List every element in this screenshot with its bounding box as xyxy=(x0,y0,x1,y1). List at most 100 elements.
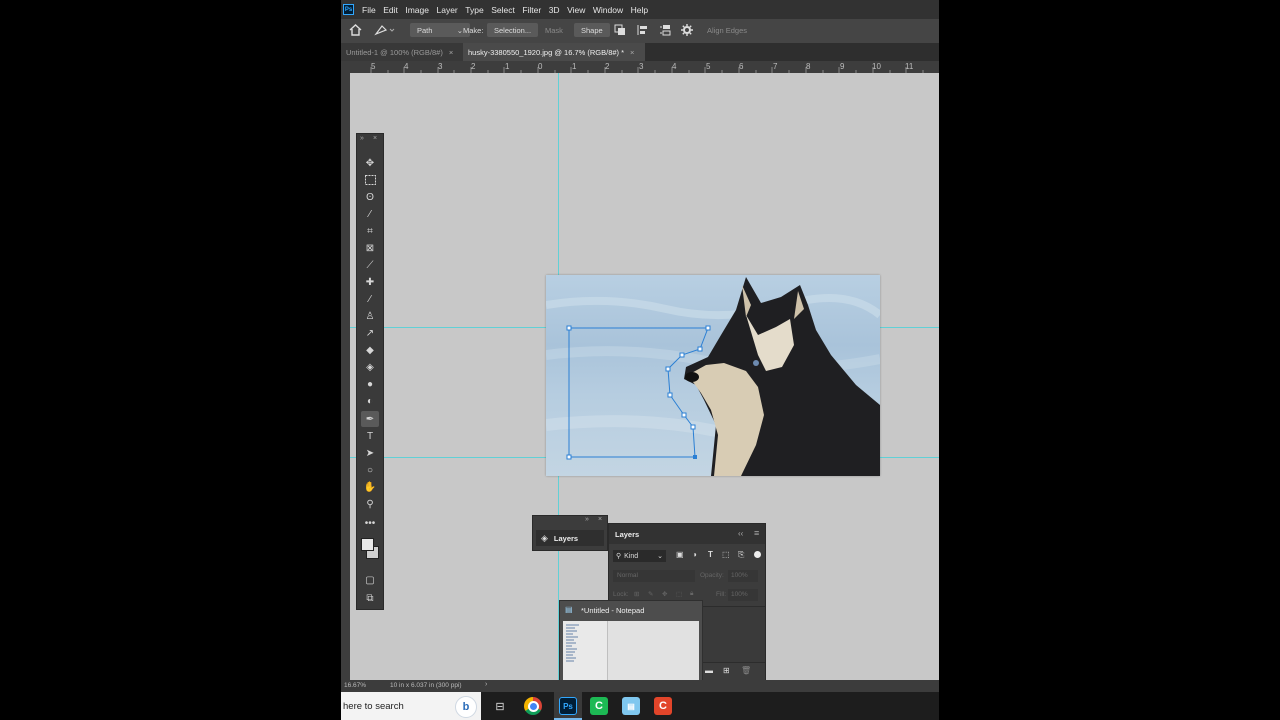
ruler-tick-label: 8 xyxy=(806,62,811,71)
tab-label: husky-3380550_1920.jpg @ 16.7% (RGB/8#) … xyxy=(468,47,625,57)
panel-menu-icon[interactable]: ≡ xyxy=(754,528,759,538)
bing-icon[interactable]: b xyxy=(455,696,477,718)
make-shape-button[interactable]: Shape xyxy=(574,23,610,37)
filter-adjustment-layers-icon[interactable]: ◑ xyxy=(692,550,697,559)
close-icon[interactable]: × xyxy=(598,516,602,523)
lasso-tool-icon[interactable]: ʘ xyxy=(361,189,379,205)
make-selection-button[interactable]: Selection... xyxy=(487,23,539,37)
collapsed-layers-panel: » × ◈ Layers xyxy=(532,515,608,551)
menu-select[interactable]: Select xyxy=(491,5,515,15)
dodge-tool-icon[interactable]: ◐ xyxy=(361,393,379,409)
path-arrangement-icon[interactable] xyxy=(659,23,673,37)
menu-filter[interactable]: Filter xyxy=(522,5,541,15)
close-icon[interactable]: × xyxy=(449,48,453,57)
eyedropper-tool-icon[interactable]: ⟋ xyxy=(361,257,379,273)
more-tools-icon[interactable]: ••• xyxy=(361,515,379,531)
tab-untitled-1[interactable]: Untitled-1 @ 100% (RGB/8#) × xyxy=(341,43,467,61)
collapse-panel-icon[interactable]: ‹‹ xyxy=(738,529,743,538)
pen-tool-icon[interactable]: ✒ xyxy=(361,411,379,427)
home-icon[interactable] xyxy=(349,23,362,37)
zoom-tool-icon[interactable]: ⚲ xyxy=(361,496,379,512)
menu-image[interactable]: Image xyxy=(405,5,429,15)
mode-select[interactable]: Path ⌄ xyxy=(410,23,470,37)
document-info: 10 in x 6.037 in (300 ppi) xyxy=(390,682,462,689)
chevron-down-icon: ⌄ xyxy=(657,553,663,560)
path-operations-icon[interactable] xyxy=(614,23,626,37)
filter-smart-objects-icon[interactable]: ⎘ xyxy=(738,550,744,560)
brush-tool-icon[interactable]: ∕ xyxy=(361,291,379,307)
filter-type-layers-icon[interactable]: T xyxy=(708,550,713,559)
menu-file[interactable]: File xyxy=(362,5,376,15)
paint-bucket-tool-icon[interactable]: ◈ xyxy=(361,359,379,375)
layers-panel-button[interactable]: ◈ Layers xyxy=(536,530,604,546)
filter-toggle-icon[interactable] xyxy=(754,551,761,558)
clone-stamp-tool-icon[interactable]: ♙ xyxy=(361,308,379,324)
trash-icon[interactable]: 🗑︎ xyxy=(741,666,751,675)
menu-3d[interactable]: 3D xyxy=(549,5,560,15)
menu-help[interactable]: Help xyxy=(631,5,648,15)
expand-panel-icon[interactable]: » xyxy=(585,516,589,523)
close-icon[interactable]: × xyxy=(630,48,634,57)
history-brush-tool-icon[interactable]: ↗ xyxy=(361,325,379,341)
ellipse-tool-icon[interactable]: ○ xyxy=(361,462,379,478)
chrome-icon[interactable] xyxy=(524,697,542,715)
menu-layer[interactable]: Layer xyxy=(436,5,457,15)
ruler-tick-label: 7 xyxy=(773,62,778,71)
tab-husky-document[interactable]: husky-3380550_1920.jpg @ 16.7% (RGB/8#) … xyxy=(463,43,645,61)
path-alignment-icon[interactable] xyxy=(637,23,649,37)
new-group-icon[interactable]: ▬ xyxy=(705,666,713,675)
screen-mode-icon[interactable]: ⧉ xyxy=(361,590,379,606)
lock-transparent-icon[interactable]: ⊞ xyxy=(634,590,639,598)
frame-tool-icon[interactable]: ⊠ xyxy=(361,240,379,256)
chevron-right-icon[interactable]: › xyxy=(485,681,487,688)
filter-shape-layers-icon[interactable]: ⬚ xyxy=(722,550,730,559)
taskbar-search-box[interactable]: here to search b xyxy=(341,692,481,720)
healing-brush-tool-icon[interactable]: ✚ xyxy=(361,274,379,290)
fill-value: 100% xyxy=(731,591,748,598)
ruler-tick-label: 1 xyxy=(572,62,577,71)
gear-icon[interactable] xyxy=(681,23,693,37)
menu-view[interactable]: View xyxy=(567,5,585,15)
ruler-tick-label: 0 xyxy=(538,62,543,71)
menu-edit[interactable]: Edit xyxy=(383,5,398,15)
menu-window[interactable]: Window xyxy=(593,5,623,15)
filter-kind-select[interactable]: ⚲ Kind ⌄ xyxy=(613,550,666,562)
layers-panel-title[interactable]: Layers xyxy=(615,530,639,539)
hand-tool-icon[interactable]: ✋ xyxy=(361,479,379,495)
task-view-icon[interactable]: ⊟ xyxy=(491,697,509,715)
marquee-tool-icon[interactable] xyxy=(361,172,379,188)
crop-tool-icon[interactable]: ⌗ xyxy=(361,223,379,239)
lock-artboard-icon[interactable]: ⬚ xyxy=(676,590,682,598)
photoshop-taskbar-icon[interactable]: Ps xyxy=(559,697,577,715)
close-icon[interactable]: × xyxy=(373,135,377,142)
magic-wand-tool-icon[interactable]: ⁄ xyxy=(361,206,379,222)
menu-type[interactable]: Type xyxy=(465,5,483,15)
pen-tool-preset-icon[interactable] xyxy=(374,23,396,37)
quick-mask-icon[interactable]: ▢ xyxy=(361,572,379,588)
align-edges-checkbox[interactable]: Align Edges xyxy=(707,23,747,37)
blend-mode-select[interactable]: Normal xyxy=(613,570,695,582)
new-layer-icon[interactable]: ⊞ xyxy=(723,666,730,675)
lock-pixels-icon[interactable]: ✎ xyxy=(648,590,653,598)
search-icon: ⚲ xyxy=(616,553,622,560)
blur-tool-icon[interactable]: ● xyxy=(361,376,379,392)
ruler-tick-label: 9 xyxy=(840,62,845,71)
zoom-level[interactable]: 16.67% xyxy=(344,682,366,689)
camtasia-recorder-icon[interactable]: C xyxy=(654,697,672,715)
color-swatches[interactable] xyxy=(361,538,379,560)
opacity-field[interactable]: 100% xyxy=(728,570,758,582)
make-mask-button[interactable]: Mask xyxy=(545,23,563,37)
path-selection-tool-icon[interactable]: ➤ xyxy=(361,445,379,461)
notepad-taskbar-icon[interactable]: ▤ xyxy=(622,697,640,715)
menu-bar: Ps File Edit Image Layer Type Select Fil… xyxy=(341,0,939,19)
collapse-panel-icon[interactable]: » xyxy=(360,135,364,142)
foreground-color-swatch[interactable] xyxy=(361,538,374,551)
eraser-tool-icon[interactable]: ◆ xyxy=(361,342,379,358)
lock-all-icon[interactable]: 🔒︎ xyxy=(690,590,693,598)
filter-pixel-layers-icon[interactable]: ▣ xyxy=(676,550,684,559)
lock-position-icon[interactable]: ✥ xyxy=(662,590,667,598)
type-tool-icon[interactable]: T xyxy=(361,428,379,444)
fill-field[interactable]: 100% xyxy=(728,589,758,601)
move-tool-icon[interactable]: ✥ xyxy=(361,155,379,171)
camtasia-icon[interactable]: C xyxy=(590,697,608,715)
